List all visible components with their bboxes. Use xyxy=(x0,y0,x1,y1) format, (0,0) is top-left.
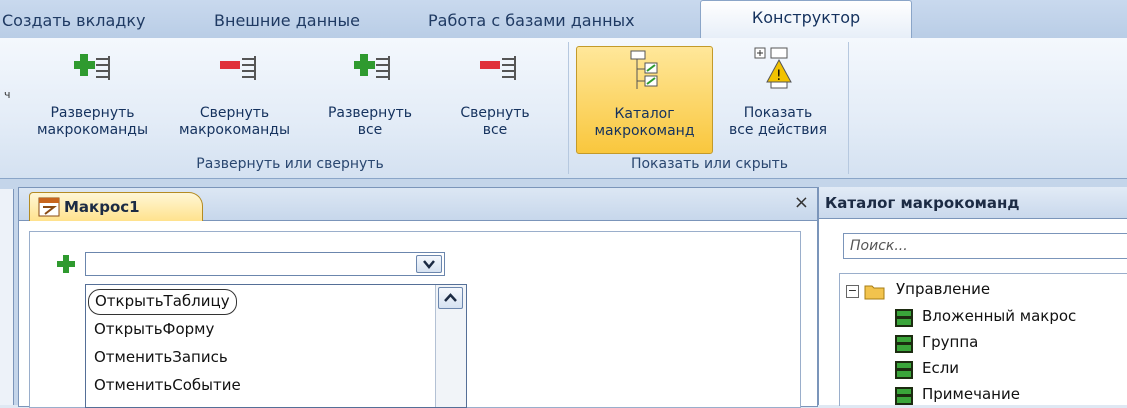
expand-actions-label-2: макрокоманды xyxy=(36,122,149,138)
catalog-title: Каталог макрокоманд xyxy=(819,187,1127,219)
document-tab-bar: Макрос1 × xyxy=(19,188,817,221)
expand-all-label-1: Развернуть xyxy=(327,105,413,121)
action-item-icon xyxy=(895,335,913,353)
collapse-actions-label-1: Свернуть xyxy=(199,105,270,121)
expand-actions-icon xyxy=(74,54,110,80)
tree-item-comment[interactable]: Примечание xyxy=(922,385,1020,403)
add-new-action-combo[interactable] xyxy=(85,252,445,276)
tree-item-group[interactable]: Группа xyxy=(922,333,978,351)
tree-item-submacro[interactable]: Вложенный макрос xyxy=(922,307,1076,325)
tab-create[interactable]: Создать вкладку xyxy=(2,6,146,36)
macro-document: Макрос1 × ОткрытьТаблицу ОткрытьФорму От… xyxy=(18,187,818,408)
group-label-expand-collapse: Развернуть или свернуть xyxy=(196,156,384,172)
dropdown-item-cancel-event[interactable]: ОтменитьСобытие xyxy=(94,373,241,397)
action-catalog-pane: Каталог макрокоманд − Управление Вложенн… xyxy=(818,187,1127,406)
group-separator xyxy=(568,42,569,174)
dropdown-scrollbar[interactable] xyxy=(435,285,466,407)
collapse-all-icon xyxy=(480,56,516,80)
action-catalog-label-2: макрокоманд xyxy=(594,123,695,139)
collapse-actions-icon xyxy=(220,56,256,80)
dropdown-item-open-form[interactable]: ОткрытьФорму xyxy=(94,317,214,341)
expand-actions-label-1: Развернуть xyxy=(50,105,135,121)
expand-all-label-2: все xyxy=(357,122,383,138)
tree-item-if[interactable]: Если xyxy=(922,359,959,377)
ribbon: ч Развернуть макрокоманды Свернуть макро… xyxy=(0,38,1127,179)
action-catalog-button[interactable]: Каталог макрокоманд xyxy=(576,46,713,154)
show-all-actions-icon: ! xyxy=(754,47,792,89)
collapse-actions-label-2: макрокоманды xyxy=(178,122,291,138)
tab-macro1[interactable]: Макрос1 xyxy=(29,192,203,221)
collapse-all-button[interactable]: Свернуть все xyxy=(430,38,560,163)
collapse-actions-button[interactable]: Свернуть макрокоманды xyxy=(162,38,307,163)
catalog-search-input[interactable] xyxy=(843,233,1127,259)
action-item-icon xyxy=(895,387,913,405)
show-all-actions-label-1: Показать xyxy=(743,105,813,121)
folder-icon xyxy=(864,285,885,300)
tab-database-tools[interactable]: Работа с базами данных xyxy=(428,6,635,36)
expand-all-button[interactable]: Развернуть все xyxy=(310,38,430,163)
tree-folder-control[interactable]: Управление xyxy=(896,280,990,298)
macro-editor: ОткрытьТаблицу ОткрытьФорму ОтменитьЗапи… xyxy=(29,231,801,408)
expand-actions-button[interactable]: Развернуть макрокоманды xyxy=(20,38,165,163)
show-all-actions-button[interactable]: ! Показать все действия xyxy=(713,38,843,163)
close-icon[interactable]: × xyxy=(794,192,809,213)
collapse-all-label-1: Свернуть xyxy=(460,105,530,121)
add-action-icon[interactable] xyxy=(56,254,76,274)
action-dropdown-list: ОткрытьТаблицу ОткрытьФорму ОтменитьЗапи… xyxy=(85,284,467,408)
action-catalog-label-1: Каталог xyxy=(614,106,675,122)
combo-dropdown-button[interactable] xyxy=(416,255,442,273)
ribbon-left-mark: ч xyxy=(4,88,11,101)
ribbon-tab-strip: Создать вкладку Внешние данные Работа с … xyxy=(0,0,1127,39)
action-item-icon xyxy=(895,361,913,379)
macro-tab-title: Макрос1 xyxy=(64,198,140,216)
catalog-tree: − Управление Вложенный макрос Группа Есл… xyxy=(839,273,1127,406)
tree-expander-icon[interactable]: − xyxy=(846,285,859,298)
workspace: Макрос1 × ОткрытьТаблицу ОткрытьФорму От… xyxy=(0,179,1127,408)
tab-design[interactable]: Конструктор xyxy=(700,0,912,39)
group-label-show-hide: Показать или скрыть xyxy=(630,156,789,172)
macro-icon xyxy=(38,197,60,217)
expand-all-icon xyxy=(354,54,390,80)
action-item-icon xyxy=(895,309,913,327)
tab-external-data[interactable]: Внешние данные xyxy=(214,6,360,36)
dropdown-item-open-table[interactable]: ОткрытьТаблицу xyxy=(88,289,237,315)
navigation-pane-collapsed[interactable] xyxy=(0,189,14,405)
chevron-up-icon xyxy=(444,293,457,302)
chevron-down-icon xyxy=(423,260,435,269)
dropdown-item-undo-record[interactable]: ОтменитьЗапись xyxy=(94,345,228,369)
action-catalog-icon xyxy=(630,50,658,89)
show-all-actions-label-2: все действия xyxy=(728,122,828,138)
scroll-up-button[interactable] xyxy=(438,287,463,309)
collapse-all-label-2: все xyxy=(482,122,508,138)
group-separator-2 xyxy=(848,42,849,174)
